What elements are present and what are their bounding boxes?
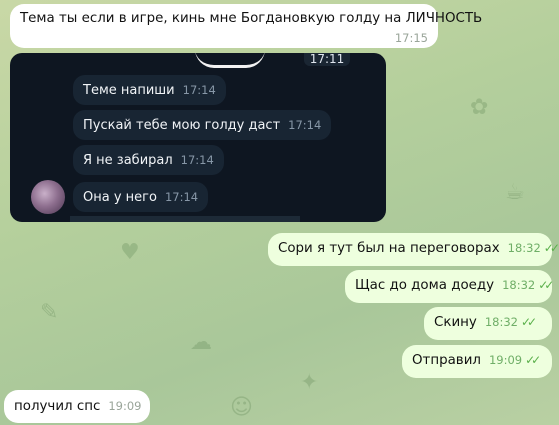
message-text: Пускай тебе мою голду даст <box>83 118 281 133</box>
screenshot-message: Я не забирал 17:14 <box>73 145 224 175</box>
message-text: Я не забирал <box>83 153 173 168</box>
incoming-message[interactable]: Тема ты если в игре, кинь мне Богдановку… <box>10 4 482 48</box>
sticker-fragment <box>195 53 265 68</box>
screenshot-message: Теме напиши 17:14 <box>73 75 226 105</box>
wallpaper-doodle-icon: ✿ <box>470 95 489 120</box>
double-check-icon: ✓✓ <box>525 353 541 367</box>
avatar <box>31 180 65 214</box>
incoming-message[interactable]: получил спс 19:09 <box>4 390 150 423</box>
outgoing-message[interactable]: Отправил 19:09 ✓✓ <box>402 345 552 378</box>
date-badge: 17:11 <box>304 53 350 66</box>
message-text: Отправил <box>412 353 481 368</box>
double-check-icon: ✓✓ <box>543 241 559 255</box>
message-text: Она у него <box>83 190 157 205</box>
message-time: 18:32 <box>484 315 518 329</box>
message-time: 17:14 <box>288 118 322 132</box>
message-text: получил спс <box>14 399 101 414</box>
wallpaper-doodle-icon: ☕ <box>505 180 525 205</box>
message-time: 19:09 <box>108 399 142 413</box>
message-time: 17:14 <box>164 190 199 204</box>
outgoing-message[interactable]: Скину 18:32 ✓✓ <box>424 307 552 340</box>
message-text: Щас до дома доеду <box>355 278 495 293</box>
wallpaper-doodle-icon: ✎ <box>40 300 59 325</box>
message-time: 18:32 <box>502 278 536 292</box>
message-time: 18:32 <box>507 241 541 255</box>
double-check-icon: ✓✓ <box>520 315 537 329</box>
message-text: Скину <box>434 315 477 330</box>
wallpaper-doodle-icon: ☺ <box>230 395 253 420</box>
message-text: Тема ты если в игре, кинь мне Богдановку… <box>20 11 483 26</box>
message-time: 17:14 <box>180 153 214 167</box>
outgoing-message[interactable]: Щас до дома доеду 18:32 ✓✓ <box>345 270 554 303</box>
message-time: 19:09 <box>488 353 523 367</box>
screenshot-message: Пускай тебе мою голду даст 17:14 <box>73 110 332 140</box>
message-time: 17:14 <box>182 83 216 97</box>
message-time: 17:15 <box>394 31 428 45</box>
screenshot-bottom-edge <box>70 216 300 222</box>
message-text: Теме напиши <box>83 83 175 98</box>
message-text: Сори я тут был на переговорах <box>278 241 500 256</box>
wallpaper-doodle-icon: ☁ <box>190 330 212 355</box>
wallpaper-doodle-icon: ♥ <box>120 240 140 265</box>
screenshot-image[interactable]: 17:11 Теме напиши 17:14 Пускай тебе мою г… <box>10 53 386 222</box>
outgoing-message[interactable]: Сори я тут был на переговорах 18:32 ✓✓ <box>268 233 559 266</box>
double-check-icon: ✓✓ <box>538 278 554 292</box>
wallpaper-doodle-icon: ✦ <box>300 370 319 395</box>
screenshot-message: Она у него 17:14 <box>73 182 209 212</box>
